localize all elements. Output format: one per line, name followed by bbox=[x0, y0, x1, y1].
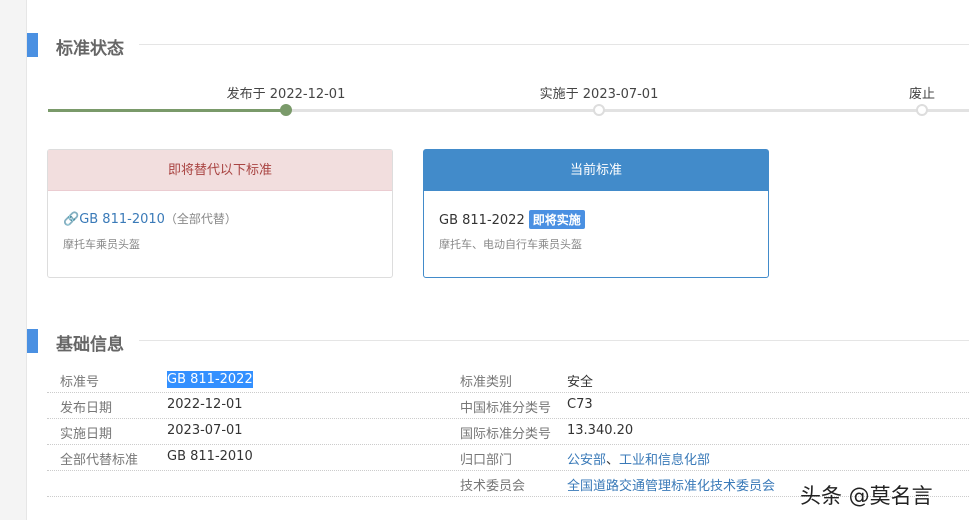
separator: 、 bbox=[606, 453, 620, 468]
replace-note: （全部代替） bbox=[164, 212, 237, 226]
info-row: 标准号 GB 811-2022 标准类别 安全 bbox=[47, 367, 969, 393]
current-standard-code: GB 811-2022 bbox=[439, 213, 525, 228]
field-label: 全部代替标准 bbox=[60, 453, 139, 468]
status-section-heading: 标准状态 bbox=[27, 33, 969, 59]
department-link-public-security[interactable]: 公安部 bbox=[567, 453, 606, 468]
divider bbox=[139, 340, 969, 341]
card-header: 当前标准 bbox=[424, 150, 768, 191]
field-value: 13.340.20 bbox=[567, 423, 634, 438]
section-title: 基础信息 bbox=[56, 335, 124, 355]
replaced-standards-card: 即将替代以下标准 🔗GB 811-2010（全部代替） 摩托车乘员头盔 bbox=[47, 149, 393, 278]
field-label: 标准号 bbox=[60, 375, 100, 390]
field-label: 标准类别 bbox=[460, 375, 513, 390]
timeline-dot-published bbox=[280, 104, 292, 116]
timeline-label-implemented: 实施于 2023-07-01 bbox=[539, 87, 659, 102]
field-value: C73 bbox=[567, 397, 593, 412]
info-section-heading: 基础信息 bbox=[27, 329, 969, 355]
left-gutter bbox=[0, 0, 27, 520]
section-title: 标准状态 bbox=[56, 39, 124, 59]
field-value: GB 811-2010 bbox=[167, 449, 253, 464]
standard-description: 摩托车乘员头盔 bbox=[63, 238, 140, 251]
current-standard-card: 当前标准 GB 811-2022 即将实施 摩托车、电动自行车乘员头盔 bbox=[423, 149, 769, 278]
field-label: 中国标准分类号 bbox=[460, 401, 552, 416]
field-value: 2022-12-01 bbox=[167, 397, 243, 412]
info-row: 实施日期 2023-07-01 国际标准分类号 13.340.20 bbox=[47, 419, 969, 445]
department-link-miit[interactable]: 工业和信息化部 bbox=[619, 453, 710, 468]
divider bbox=[139, 44, 969, 45]
field-label: 实施日期 bbox=[60, 427, 113, 442]
replaced-standard-link[interactable]: GB 811-2010 bbox=[79, 212, 165, 227]
link-icon: 🔗 bbox=[63, 212, 80, 227]
section-marker bbox=[27, 329, 38, 353]
watermark: 头条 @莫名言 bbox=[800, 484, 933, 508]
timeline-dot-implemented bbox=[593, 104, 605, 116]
card-header: 即将替代以下标准 bbox=[48, 150, 392, 191]
timeline-dot-abolished bbox=[916, 104, 928, 116]
field-label: 国际标准分类号 bbox=[460, 427, 552, 442]
field-label: 归口部门 bbox=[460, 453, 513, 468]
info-row: 全部代替标准 GB 811-2010 归口部门 公安部、工业和信息化部 bbox=[47, 445, 969, 471]
standard-description: 摩托车、电动自行车乘员头盔 bbox=[439, 238, 582, 251]
timeline-label-published: 发布于 2022-12-01 bbox=[226, 87, 346, 102]
section-marker bbox=[27, 33, 38, 57]
field-label: 技术委员会 bbox=[460, 479, 526, 494]
field-value: 2023-07-01 bbox=[167, 423, 243, 438]
status-badge: 即将实施 bbox=[528, 210, 585, 229]
timeline-progress bbox=[48, 109, 286, 112]
field-label: 发布日期 bbox=[60, 401, 113, 416]
standard-number-value: GB 811-2022 bbox=[167, 371, 253, 388]
timeline-label-abolished: 废止 bbox=[908, 87, 936, 102]
committee-link[interactable]: 全国道路交通管理标准化技术委员会 bbox=[567, 475, 775, 494]
info-row: 发布日期 2022-12-01 中国标准分类号 C73 bbox=[47, 393, 969, 419]
field-value: 安全 bbox=[567, 375, 594, 390]
